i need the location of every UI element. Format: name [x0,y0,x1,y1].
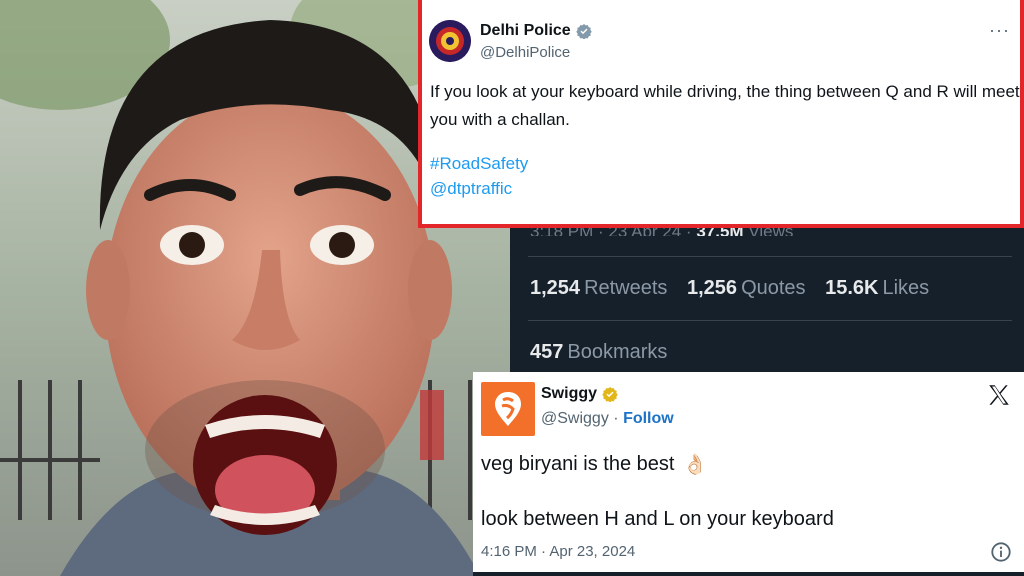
author-row: Swiggy [541,385,618,403]
tweet-timestamp[interactable]: 4:16 PM · Apr 23, 2024 [481,543,635,560]
swiggy-logo-icon [495,392,521,426]
hashtag-link[interactable]: #RoadSafety [430,154,528,174]
author-row: Delhi Police [480,22,592,40]
author-handle[interactable]: @DelhiPolice [480,44,570,61]
verified-gold-badge-icon [602,387,618,402]
delhi-police-tweet-card: Delhi Police @DelhiPolice ··· If you loo… [418,0,1024,228]
engagement-row: 1,254 Retweets 1,256 Quotes 15.6K Likes [530,277,943,300]
police-badge-icon [429,20,471,62]
tweet-text: If you look at your keyboard while drivi… [430,82,1020,129]
bookmarks-row: 457 Bookmarks [530,341,681,364]
likes-label[interactable]: Likes [882,277,929,299]
quotes-count[interactable]: 1,256 [687,277,737,299]
swiggy-tweet-card: Swiggy @Swiggy · Follow veg biryani is t… [473,372,1024,576]
info-icon[interactable] [990,541,1012,563]
author-handle[interactable]: @Swiggy [541,410,609,427]
divider [473,572,1024,576]
more-options-icon[interactable]: ··· [989,20,1010,41]
tweet-text-line-2: look between H and L on your keyboard [481,508,834,530]
ok-hand-emoji-icon: 👌🏻 [682,454,708,476]
swiggy-avatar[interactable] [481,382,535,436]
bookmarks-label[interactable]: Bookmarks [567,341,667,363]
follow-button[interactable]: Follow [623,410,674,427]
tweet-text: veg biryani is the best [481,453,675,475]
retweets-count[interactable]: 1,254 [530,277,580,299]
bookmarks-count[interactable]: 457 [530,341,563,363]
retweets-label[interactable]: Retweets [584,277,667,299]
author-name[interactable]: Delhi Police [480,22,571,40]
divider [528,320,1012,321]
tweet-stats-panel: 3:18 PM · 23 Apr 24 · 37.5M Views 1,254 R… [510,222,1024,382]
divider [528,256,1012,257]
tweet-text-line-1: veg biryani is the best 👌🏻 [481,452,707,477]
quotes-label[interactable]: Quotes [741,277,805,299]
author-name[interactable]: Swiggy [541,385,597,403]
separator-dot: · [613,410,619,427]
x-logo-icon[interactable] [986,382,1012,408]
handle-row: @Swiggy · Follow [541,410,674,428]
mention-link[interactable]: @dtptraffic [430,179,512,199]
verified-badge-icon [575,24,592,39]
likes-count[interactable]: 15.6K [825,277,878,299]
delhi-police-avatar[interactable] [429,20,471,62]
